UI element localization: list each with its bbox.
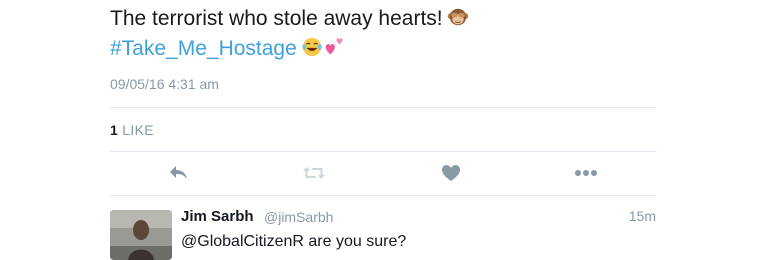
- like-heart-icon: [442, 165, 460, 181]
- see-no-evil-monkey-icon: [447, 8, 468, 26]
- tweet-text-line: The terrorist who stole away hearts!: [110, 4, 469, 34]
- reply-tweet[interactable]: Jim Sarbh @jimSarbh 15m @GlobalCitizenR …: [110, 206, 656, 260]
- tweet-timestamp: 09/05/16 4:31 am: [110, 76, 219, 92]
- retweet-button[interactable]: [299, 160, 329, 186]
- reply-author-name[interactable]: Jim Sarbh: [181, 208, 254, 225]
- reply-text: @GlobalCitizenR are you sure?: [181, 233, 407, 250]
- avatar[interactable]: [110, 210, 172, 260]
- like-label: LIKE: [122, 122, 154, 138]
- divider: [110, 107, 656, 108]
- tears-of-joy-icon: [302, 37, 322, 57]
- more-icon: [575, 170, 597, 176]
- tweet-actions-bar: [0, 160, 768, 188]
- like-button[interactable]: [436, 160, 466, 186]
- hashtag-link[interactable]: #Take_Me_Hostage: [110, 37, 297, 60]
- tweet-text: The terrorist who stole away hearts!: [110, 7, 443, 30]
- tweet-hashtag-line: #Take_Me_Hostage: [110, 34, 469, 64]
- reply-timestamp: 15m: [628, 208, 656, 224]
- like-count-row[interactable]: 1 LIKE: [110, 122, 154, 138]
- reply-icon: [170, 166, 187, 179]
- divider: [110, 151, 656, 152]
- two-hearts-icon: [325, 38, 343, 55]
- divider: [110, 195, 656, 196]
- reply-author-handle[interactable]: @jimSarbh: [264, 209, 333, 225]
- retweet-icon: [303, 167, 325, 179]
- more-button[interactable]: [571, 160, 601, 186]
- tweet-body: The terrorist who stole away hearts! #Ta…: [110, 4, 469, 64]
- like-count: 1: [110, 122, 119, 138]
- reply-button[interactable]: [164, 160, 194, 186]
- avatar-image: [110, 210, 172, 260]
